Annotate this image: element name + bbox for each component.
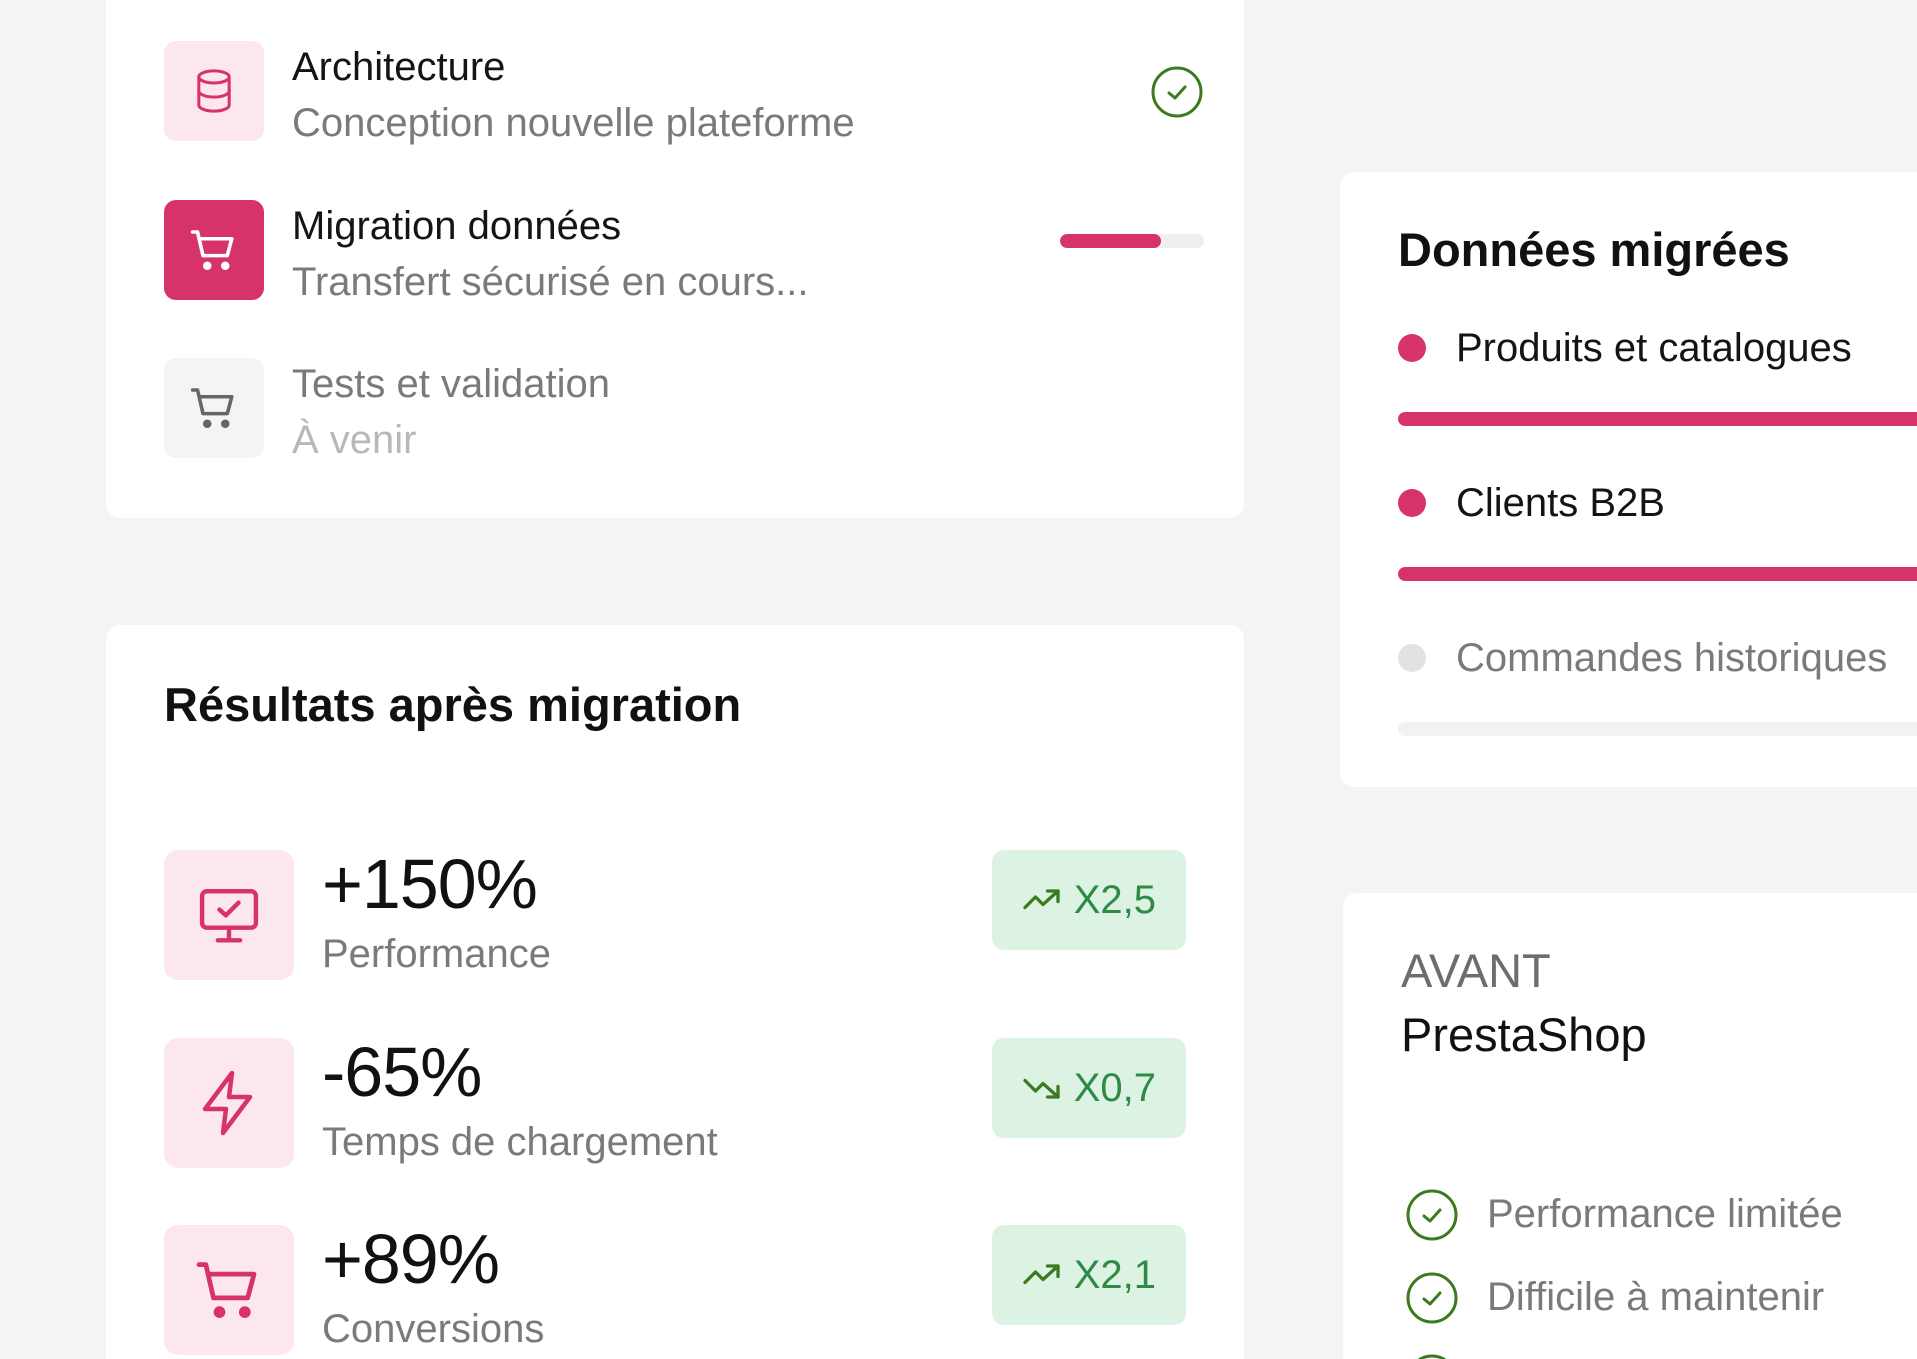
trend-up-icon: [1023, 889, 1060, 910]
metric-badge-text: X2,1: [1073, 1252, 1156, 1297]
step-architecture[interactable]: Architecture Conception nouvelle platefo…: [164, 41, 1204, 145]
cart-icon: [164, 200, 264, 300]
data-item-progress-bar: [1398, 412, 1917, 426]
metric-load-time: -65% Temps de chargement X0,7: [164, 1033, 1186, 1168]
data-item-label: Commandes historiques: [1456, 636, 1888, 680]
metric-badge: X2,1: [991, 1225, 1186, 1325]
metric-conversions: +89% Conversions X2,1: [164, 1220, 1186, 1355]
check-circle-icon: [1406, 1272, 1458, 1324]
database-icon: [164, 41, 264, 141]
monitor-check-icon: [164, 850, 294, 980]
check-circle-icon: [1151, 66, 1203, 118]
data-item-label: Produits et catalogues: [1456, 326, 1852, 370]
before-point-text: Difficile à maintenir: [1487, 1275, 1825, 1319]
trend-down-icon: [1023, 1078, 1060, 1099]
check-circle-icon: [1417, 1354, 1447, 1359]
results-title: Résultats après migration: [164, 678, 742, 731]
lightning-icon: [164, 1038, 294, 1168]
data-item-progress-bar: [1398, 567, 1917, 581]
cart-icon: [164, 1225, 294, 1355]
check-circle-icon: [1406, 1189, 1458, 1241]
before-card: AVANT PrestaShop Performance limitée Dif…: [1343, 893, 1917, 1359]
migration-steps-card: Architecture Conception nouvelle platefo…: [106, 0, 1244, 518]
data-item-progress-fill: [1398, 567, 1917, 581]
before-tag: AVANT: [1401, 944, 1551, 997]
step-progress-bar: [1060, 234, 1204, 248]
data-migrated-card: Données migrées Produits et catalogues C…: [1340, 172, 1917, 787]
metric-label: Conversions: [322, 1307, 545, 1351]
cart-icon: [164, 358, 264, 458]
metric-label: Temps de chargement: [322, 1120, 718, 1164]
metric-value: +150%: [322, 845, 538, 923]
step-title: Migration données: [292, 204, 622, 248]
before-point-text: Performance limitée: [1487, 1192, 1843, 1236]
trend-up-icon: [1023, 1264, 1060, 1285]
metric-badge: X2,5: [991, 850, 1186, 950]
step-progress-fill: [1060, 234, 1161, 248]
data-migrated-title: Données migrées: [1398, 223, 1790, 276]
step-subtitle: Transfert sécurisé en cours...: [292, 260, 809, 304]
status-dot: [1398, 334, 1426, 362]
step-subtitle: Conception nouvelle plateforme: [292, 101, 855, 145]
status-dot: [1398, 644, 1426, 672]
page: Architecture Conception nouvelle platefo…: [0, 0, 1917, 1359]
step-subtitle: À venir: [292, 418, 417, 462]
metric-performance: +150% Performance X2,5: [164, 845, 1186, 980]
before-platform-name: PrestaShop: [1401, 1008, 1647, 1061]
metric-badge-text: X0,7: [1073, 1065, 1156, 1110]
step-title: Tests et validation: [292, 362, 610, 406]
step-migration[interactable]: Migration données Transfert sécurisé en …: [164, 200, 1204, 304]
metric-badge: X0,7: [991, 1038, 1186, 1138]
step-title: Architecture: [292, 45, 506, 89]
results-card: Résultats après migration +150% Performa…: [106, 625, 1244, 1359]
status-dot: [1398, 489, 1426, 517]
metric-badge-text: X2,5: [1073, 877, 1156, 922]
data-item-label: Clients B2B: [1456, 481, 1665, 525]
data-item-progress-bar: [1398, 722, 1917, 736]
metric-value: +89%: [322, 1220, 500, 1298]
data-item-progress-fill: [1398, 412, 1917, 426]
metric-value: -65%: [322, 1033, 482, 1111]
step-tests[interactable]: Tests et validation À venir: [164, 358, 1204, 462]
metric-label: Performance: [322, 932, 551, 976]
